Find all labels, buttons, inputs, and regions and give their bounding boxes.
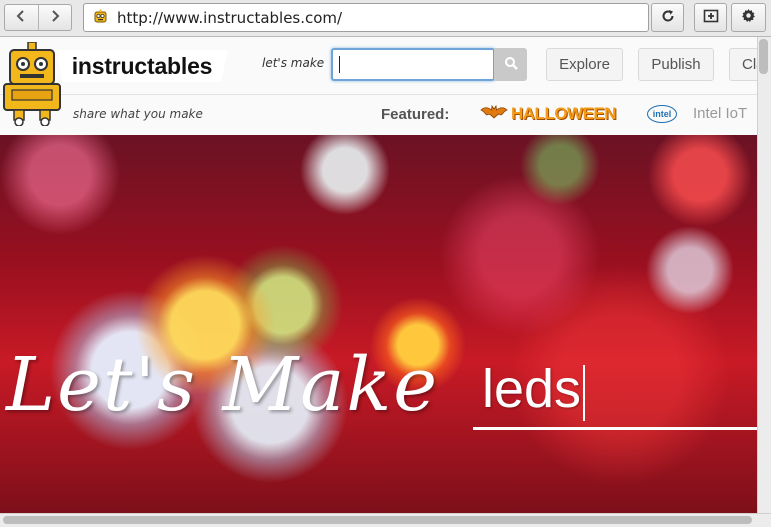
search-icon [504,55,518,74]
hero-banner [0,135,757,513]
brand-name: instructables [71,52,213,79]
bat-icon [480,104,508,124]
search-input[interactable] [331,48,495,81]
intel-icon[interactable]: intel [647,105,677,123]
hero-search-input[interactable]: leds [473,352,757,430]
new-tab-icon [703,8,719,27]
chevron-left-icon [16,9,26,27]
forward-button[interactable] [37,5,72,30]
nav-explore-button[interactable]: Explore [546,48,623,81]
featured-intel-link[interactable]: Intel IoT [693,105,747,122]
featured-halloween-link[interactable]: HALLOWEEN [480,102,617,126]
hero-caret [583,364,586,421]
reload-icon [661,8,675,27]
vertical-scroll-thumb[interactable] [759,39,768,74]
history-nav [4,4,72,31]
search-button[interactable] [494,48,527,81]
settings-button[interactable] [731,3,766,32]
hero-search-value: leds [482,359,582,419]
nav-publish-button[interactable]: Publish [638,48,714,81]
robot-mascot-logo[interactable] [2,41,62,127]
brand-logo[interactable]: instructables [56,50,228,82]
back-button[interactable] [5,5,38,30]
hero-script-text: Let's Make [6,342,440,428]
url-text: http://www.instructables.com/ [117,8,343,27]
featured-label: Featured: [381,106,450,123]
gear-icon [741,8,756,27]
reload-button[interactable] [651,3,684,32]
chevron-right-icon [50,9,60,27]
search-prefix-label: let's make [262,56,325,70]
horizontal-scroll-thumb[interactable] [3,516,752,524]
site-favicon-icon [92,9,109,26]
halloween-label: HALLOWEEN [511,104,617,123]
address-bar[interactable]: http://www.instructables.com/ [83,3,649,32]
tagline: share what you make [73,107,203,121]
vertical-scrollbar[interactable] [757,37,771,513]
search-caret [339,56,340,73]
new-tab-button[interactable] [694,3,727,32]
